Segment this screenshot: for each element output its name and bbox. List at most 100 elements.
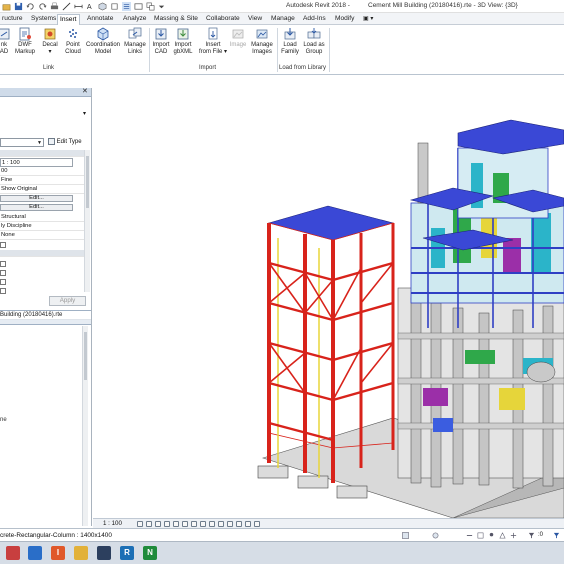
load-as-group-label-2: Group xyxy=(305,48,323,55)
detail-level-field[interactable]: Fine xyxy=(0,176,84,185)
tab-insert[interactable]: Insert xyxy=(57,14,80,25)
show-crop-icon[interactable] xyxy=(191,521,197,527)
checkbox[interactable] xyxy=(0,279,6,285)
revit-icon[interactable] xyxy=(6,546,20,560)
manage-links-button[interactable]: Manage Links xyxy=(122,27,148,56)
open-icon[interactable] xyxy=(2,2,11,11)
folder-icon[interactable] xyxy=(74,546,88,560)
checkbox[interactable] xyxy=(0,242,6,248)
tower-x-brace xyxy=(360,262,394,304)
edit-type-button[interactable]: Edit Type xyxy=(48,137,88,148)
load-family-button[interactable]: Load Family xyxy=(279,27,301,56)
select-by-face-icon[interactable] xyxy=(499,532,506,539)
manage-images-button[interactable]: Manage Images xyxy=(248,27,276,56)
thin-lines-icon[interactable] xyxy=(122,2,131,11)
filter-selection-icon[interactable] xyxy=(553,532,560,539)
tab-structure[interactable]: ructure xyxy=(0,14,25,25)
render-icon[interactable] xyxy=(173,521,179,527)
design-options-icon[interactable] xyxy=(432,532,439,539)
fire-app-icon[interactable]: I xyxy=(51,546,65,560)
dimension-icon[interactable] xyxy=(74,2,83,11)
3d-view-icon[interactable] xyxy=(98,2,107,11)
customize-qa-icon[interactable] xyxy=(157,2,166,11)
close-hidden-icon[interactable] xyxy=(134,2,143,11)
tab-annotate[interactable]: Annotate xyxy=(85,14,115,25)
image-button[interactable]: Image xyxy=(228,27,248,49)
redo-icon[interactable] xyxy=(38,2,47,11)
browser-scrollbar[interactable] xyxy=(82,326,88,526)
analytical-model-icon[interactable] xyxy=(236,521,242,527)
tab-collaborate[interactable]: Collaborate xyxy=(204,14,242,25)
apply-button[interactable]: Apply xyxy=(49,296,86,306)
properties-scrollbar[interactable] xyxy=(84,150,90,292)
select-underlay-icon[interactable] xyxy=(477,532,484,539)
parts-visibility-field[interactable]: Show Original xyxy=(0,185,84,194)
tab-systems[interactable]: Systems xyxy=(29,14,58,25)
crop-view-icon[interactable] xyxy=(182,521,188,527)
steam-icon[interactable] xyxy=(97,546,111,560)
panel-menu-icon[interactable]: ▾ xyxy=(83,110,86,117)
status-text: crete-Rectangular-Column : 1400x1400 xyxy=(0,532,112,539)
dwf-markup-button[interactable]: DWF Markup xyxy=(12,27,38,56)
ribbon-minimize-icon[interactable]: ▣ ▾ xyxy=(361,14,375,25)
checkbox[interactable] xyxy=(0,261,6,267)
constraints-icon[interactable] xyxy=(254,521,260,527)
highlight-icon[interactable] xyxy=(245,521,251,527)
tab-analyze[interactable]: Analyze xyxy=(121,14,148,25)
scale-value-field[interactable]: 00 xyxy=(0,167,84,176)
insert-from-file-button[interactable]: Insert from File ▾ xyxy=(198,27,228,56)
close-icon[interactable]: ✕ xyxy=(82,88,88,96)
tag-icon[interactable]: A xyxy=(86,2,95,11)
type-selector[interactable]: ▼ xyxy=(0,138,44,147)
import-gbxml-button[interactable]: Import gbXML xyxy=(172,27,194,56)
equipment-yellow xyxy=(499,388,525,410)
worksets-icon[interactable] xyxy=(402,532,409,539)
scrollbar-thumb[interactable] xyxy=(84,332,87,380)
tab-massing-site[interactable]: Massing & Site xyxy=(152,14,200,25)
graphic-display-edit-button[interactable]: Edit... xyxy=(0,204,73,211)
select-pinned-icon[interactable] xyxy=(488,532,495,539)
decal-button[interactable]: Decal ▾ xyxy=(40,27,60,56)
import-cad-button[interactable]: Import CAD xyxy=(150,27,172,56)
section-icon[interactable] xyxy=(110,2,119,11)
navisworks-icon[interactable]: N xyxy=(143,546,157,560)
browser-item[interactable]: ne xyxy=(0,417,7,423)
drag-elements-icon[interactable] xyxy=(510,532,517,539)
default-analysis-field[interactable]: None xyxy=(0,231,84,240)
tab-modify[interactable]: Modify xyxy=(333,14,356,25)
view-scale[interactable]: 1 : 100 xyxy=(103,520,122,527)
checkbox[interactable] xyxy=(0,288,6,294)
discipline-field[interactable]: Structural xyxy=(0,213,84,222)
sun-path-icon[interactable] xyxy=(155,521,161,527)
select-links-icon[interactable] xyxy=(466,532,473,539)
print-icon[interactable] xyxy=(50,2,59,11)
point-cloud-button[interactable]: Point Cloud xyxy=(63,27,83,56)
tab-manage[interactable]: Manage xyxy=(269,14,297,25)
view-scale-field[interactable]: 1 : 100 xyxy=(0,158,73,167)
visibility-graphics-edit-button[interactable]: Edit... xyxy=(0,195,73,202)
link-cad-button[interactable]: nk AD xyxy=(0,27,11,56)
scrollbar-thumb[interactable] xyxy=(86,156,89,208)
insert-from-file-icon xyxy=(206,27,220,41)
load-as-group-button[interactable]: Load as Group xyxy=(302,27,326,56)
filter-icon[interactable] xyxy=(528,532,535,539)
switch-windows-icon[interactable] xyxy=(146,2,155,11)
measure-icon[interactable] xyxy=(62,2,71,11)
coordination-model-button[interactable]: Coordination Model xyxy=(84,27,122,56)
detail-level-icon[interactable] xyxy=(137,521,143,527)
reveal-hidden-icon[interactable] xyxy=(218,521,224,527)
save-icon[interactable] xyxy=(14,2,23,11)
tab-view[interactable]: View xyxy=(246,14,264,25)
tab-add-ins[interactable]: Add-Ins xyxy=(301,14,328,25)
temp-hide-icon[interactable] xyxy=(209,521,215,527)
lock-view-icon[interactable] xyxy=(200,521,206,527)
revit-r-icon[interactable]: R xyxy=(120,546,134,560)
checkbox[interactable] xyxy=(0,270,6,276)
shadows-icon[interactable] xyxy=(164,521,170,527)
undo-icon[interactable] xyxy=(26,2,35,11)
visual-style-icon[interactable] xyxy=(146,521,152,527)
3d-viewport[interactable] xyxy=(93,88,564,518)
show-hidden-lines-field[interactable]: ly Discipline xyxy=(0,222,84,231)
ms-edge-icon[interactable] xyxy=(28,546,42,560)
worksharing-icon[interactable] xyxy=(227,521,233,527)
